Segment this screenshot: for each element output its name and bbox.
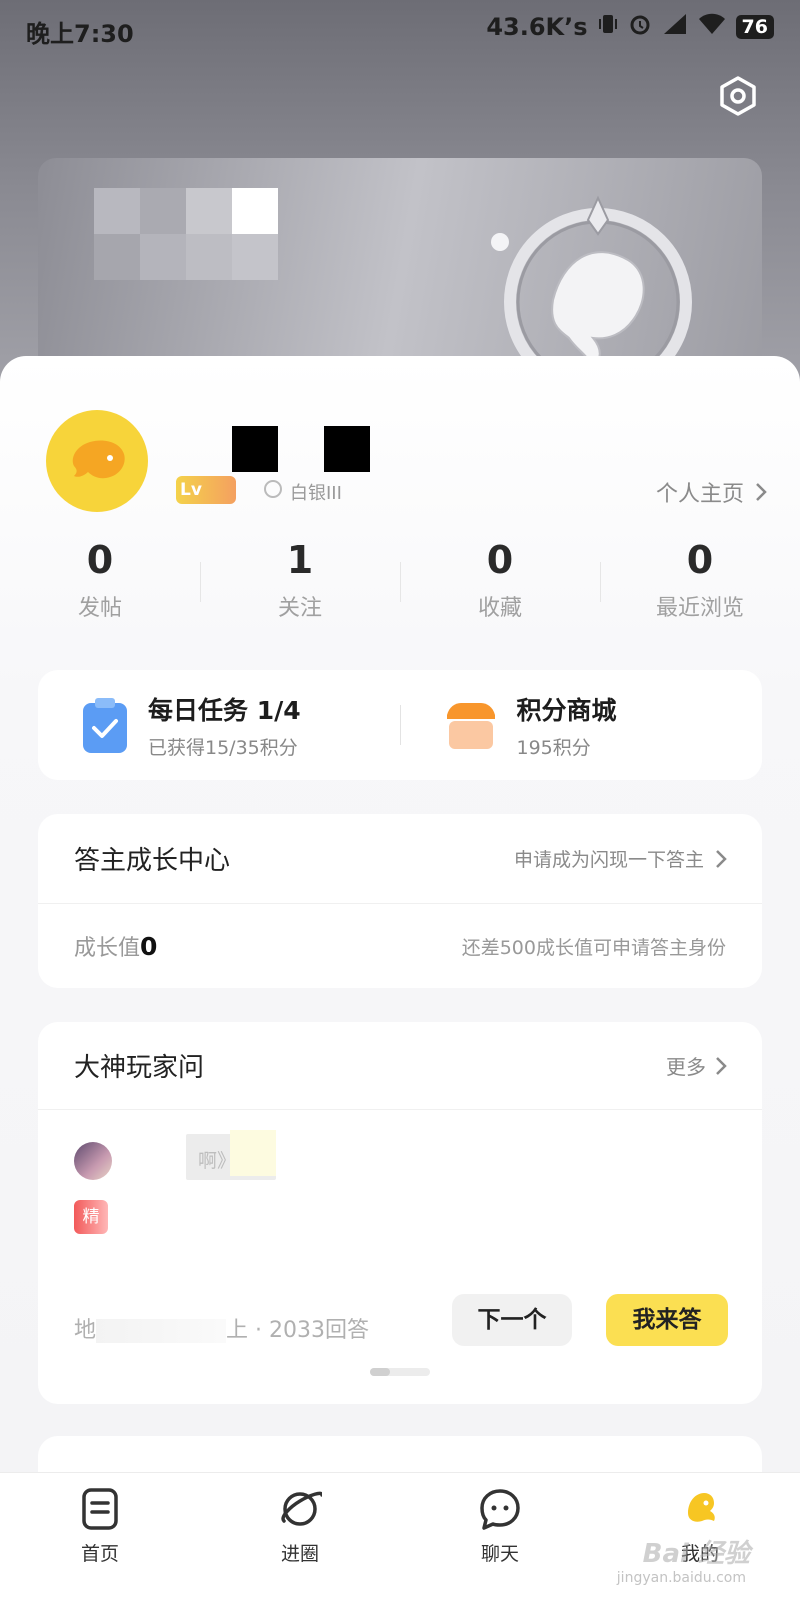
stat-value: 0 bbox=[686, 538, 714, 582]
qa-title: 大神玩家问 bbox=[74, 1053, 205, 1083]
growth-header: 答主成长中心 申请成为闪现一下答主 bbox=[38, 814, 762, 904]
tab-home[interactable]: 首页 bbox=[0, 1473, 200, 1600]
tab-label: 进圈 bbox=[280, 1543, 319, 1565]
wifi-icon bbox=[698, 13, 726, 41]
mascot-avatar-icon bbox=[72, 440, 125, 479]
daily-tasks-entry[interactable]: 每日任务 1/4 已获得15/35积分 bbox=[38, 691, 400, 760]
stat-label: 最近浏览 bbox=[655, 596, 744, 621]
rank-small-icon bbox=[262, 478, 284, 505]
alarm-icon bbox=[628, 12, 652, 42]
featured-tag: 精 bbox=[74, 1200, 108, 1234]
tab-label: 首页 bbox=[80, 1543, 119, 1565]
points-balance: 195积分 bbox=[516, 736, 591, 759]
tab-chat[interactable]: 聊天 bbox=[400, 1473, 600, 1600]
rank-name: 白银III bbox=[290, 482, 342, 504]
tasks-card: 每日任务 1/4 已获得15/35积分 积分商城 195积分 bbox=[38, 670, 762, 780]
masked-username bbox=[176, 422, 396, 472]
planet-icon bbox=[281, 1491, 322, 1526]
stat-label: 发帖 bbox=[77, 596, 122, 621]
growth-value-label: 成长值 bbox=[74, 936, 141, 961]
profile-stats: 0 发帖 1 关注 0 收藏 0 最近浏览 bbox=[0, 538, 800, 622]
carousel-indicator bbox=[370, 1368, 430, 1376]
question-fragment[interactable]: 啊》 bbox=[198, 1146, 236, 1173]
network-speed: 43.6K’s bbox=[486, 13, 588, 41]
growth-value: 成长值0 bbox=[74, 930, 157, 962]
status-time: 晚上7:30 bbox=[26, 20, 134, 48]
mascot-icon bbox=[688, 1493, 715, 1522]
chat-bubble-icon bbox=[480, 1489, 520, 1530]
points-mall-entry[interactable]: 积分商城 195积分 bbox=[401, 691, 763, 760]
growth-value-number: 0 bbox=[140, 932, 158, 961]
meta-prefix: 地 bbox=[74, 1318, 97, 1343]
clipboard-check-icon bbox=[83, 698, 127, 753]
question-author-avatar[interactable] bbox=[74, 1142, 112, 1180]
growth-hint: 还差500成长值可申请答主身份 bbox=[461, 936, 726, 959]
rank-label: 白银III bbox=[262, 478, 342, 505]
answerer-growth-card: 答主成长中心 申请成为闪现一下答主 成长值0 还差500成长值可申请答主身份 bbox=[38, 814, 762, 988]
growth-title: 答主成长中心 bbox=[74, 846, 231, 876]
points-mall-title: 积分商城 bbox=[516, 695, 617, 725]
apply-answerer-link[interactable]: 申请成为闪现一下答主 bbox=[514, 845, 728, 872]
stat-value: 0 bbox=[486, 538, 514, 582]
chevron-right-icon bbox=[756, 483, 767, 501]
daily-tasks-progress: 已获得15/35积分 bbox=[148, 736, 298, 759]
pixelated-username bbox=[94, 188, 284, 298]
chevron-right-icon bbox=[716, 1056, 727, 1075]
tab-label: 聊天 bbox=[480, 1543, 519, 1565]
qa-header: 大神玩家问 更多 bbox=[38, 1022, 762, 1110]
blurred-meta bbox=[96, 1319, 227, 1343]
user-avatar[interactable] bbox=[46, 410, 148, 512]
stat-value: 1 bbox=[286, 538, 314, 582]
stat-favorites[interactable]: 0 收藏 bbox=[400, 538, 600, 622]
answer-count: 上 · 2033回答 bbox=[226, 1318, 369, 1343]
qa-more-label: 更多 bbox=[666, 1055, 706, 1079]
settings-button[interactable] bbox=[716, 74, 760, 118]
qa-more-link[interactable]: 更多 bbox=[666, 1051, 728, 1080]
signal-icon bbox=[662, 12, 688, 42]
status-bar: 晚上7:30 43.6K’s 76 bbox=[0, 0, 800, 56]
watermark-logo: Bai 经验 bbox=[642, 1539, 750, 1569]
personal-homepage-link[interactable]: 个人主页 bbox=[656, 476, 768, 508]
expert-questions-card: 大神玩家问 更多 啊》 精 地 上 · 2033回答 下一个 我来答 bbox=[38, 1022, 762, 1404]
stat-recent-views[interactable]: 0 最近浏览 bbox=[600, 538, 800, 622]
tab-circles[interactable]: 进圈 bbox=[200, 1473, 400, 1600]
document-icon bbox=[82, 1488, 118, 1530]
watermark-url: jingyan.baidu.com bbox=[616, 1570, 746, 1586]
answer-button[interactable]: 我来答 bbox=[606, 1294, 728, 1346]
bottom-tab-bar: 首页 进圈 聊天 我的 Bai 经验 jingyan.baidu.com bbox=[0, 1472, 800, 1600]
question-meta: 地 上 · 2033回答 bbox=[74, 1312, 369, 1344]
daily-tasks-title: 每日任务 1/4 bbox=[148, 695, 301, 725]
stat-label: 关注 bbox=[277, 596, 322, 621]
settings-hexagon-icon bbox=[720, 76, 756, 116]
vibrate-icon bbox=[598, 12, 618, 42]
chevron-right-icon bbox=[716, 849, 727, 868]
apply-answerer-label: 申请成为闪现一下答主 bbox=[513, 849, 704, 871]
next-question-button[interactable]: 下一个 bbox=[452, 1294, 572, 1346]
growth-value-row: 成长值0 还差500成长值可申请答主身份 bbox=[38, 904, 762, 988]
homepage-label: 个人主页 bbox=[655, 482, 744, 507]
stat-posts[interactable]: 0 发帖 bbox=[0, 538, 200, 622]
blurred-question-text bbox=[230, 1130, 276, 1176]
stat-label: 收藏 bbox=[477, 596, 522, 621]
status-indicators: 43.6K’s 76 bbox=[486, 12, 774, 42]
stat-value: 0 bbox=[86, 538, 114, 582]
battery-indicator: 76 bbox=[735, 15, 774, 39]
stat-following[interactable]: 1 关注 bbox=[200, 538, 400, 622]
level-badge: Lv bbox=[176, 476, 236, 504]
shop-icon bbox=[446, 703, 495, 749]
